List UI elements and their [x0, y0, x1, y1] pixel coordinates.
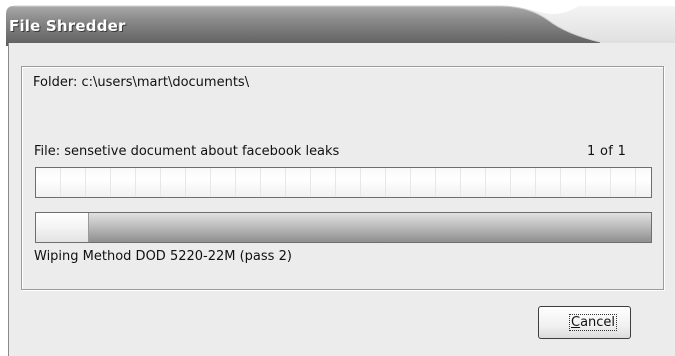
pass-progress-bar — [35, 212, 652, 243]
file-progress-bar — [35, 167, 652, 198]
file-progress-ticks — [36, 168, 651, 197]
wiping-method-label: Wiping Method DOD 5220-22M (pass 2) — [34, 249, 292, 264]
cancel-button-focus-rect: Cancel — [569, 314, 618, 331]
title-bar[interactable]: File Shredder — [0, 0, 675, 46]
folder-path-label: Folder: c:\users\mart\documents\ — [33, 75, 250, 90]
file-shredder-window: File Shredder Folder: c:\users\mart\docu… — [0, 0, 675, 356]
cancel-label: ancel — [580, 315, 616, 330]
cancel-mnemonic: C — [571, 315, 581, 330]
cancel-button[interactable]: Cancel — [538, 306, 631, 339]
file-count-label: 1 of 1 — [587, 144, 627, 159]
pass-progress-fill — [36, 213, 90, 242]
file-name-label: File: sensetive document about facebook … — [34, 144, 340, 159]
window-title: File Shredder — [9, 17, 126, 35]
